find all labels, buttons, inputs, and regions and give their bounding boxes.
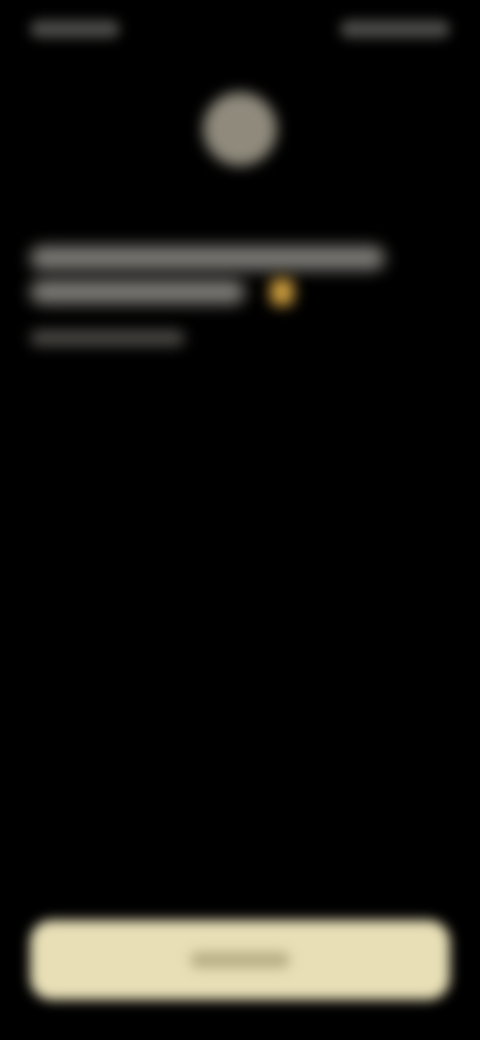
avatar: [203, 92, 277, 166]
message-subtext: [30, 330, 185, 346]
message-line: [30, 246, 385, 270]
status-time: [30, 20, 120, 38]
status-icons: [340, 20, 450, 38]
status-bar: [0, 0, 480, 60]
message-line: [30, 280, 245, 304]
continue-button-label: [190, 952, 290, 968]
emoji-icon: [270, 278, 294, 306]
